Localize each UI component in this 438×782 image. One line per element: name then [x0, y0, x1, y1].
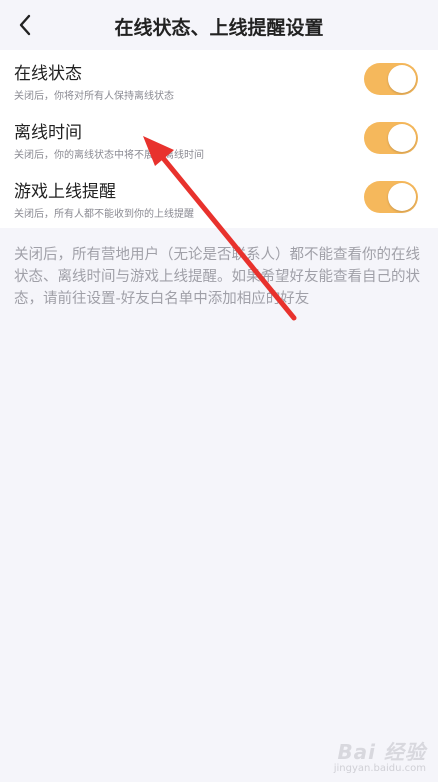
back-button[interactable] — [10, 10, 40, 40]
offline-time-toggle[interactable] — [364, 122, 418, 154]
header-bar: 在线状态、上线提醒设置 — [0, 0, 438, 50]
setting-title: 在线状态 — [14, 64, 82, 84]
setting-subtitle: 关闭后，所有人都不能收到你的上线提醒 — [14, 209, 194, 220]
settings-card: 在线状态 关闭后，你将对所有人保持离线状态 离线时间 关闭后，你的离线状态中将不… — [0, 50, 438, 228]
setting-row-offline-time: 离线时间 关闭后，你的离线状态中将不展示离线时间 — [0, 109, 438, 168]
watermark: Bai 经验 jingyan.baidu.com — [334, 736, 426, 774]
setting-title: 游戏上线提醒 — [14, 182, 116, 202]
game-online-reminder-toggle[interactable] — [364, 181, 418, 213]
setting-row-online-status: 在线状态 关闭后，你将对所有人保持离线状态 — [0, 50, 438, 109]
toggle-knob — [388, 124, 416, 152]
page-title: 在线状态、上线提醒设置 — [114, 17, 324, 39]
setting-title: 离线时间 — [14, 123, 82, 143]
watermark-logo: Bai 经验 — [337, 740, 426, 764]
setting-subtitle: 关闭后，你的离线状态中将不展示离线时间 — [14, 150, 204, 161]
chevron-left-icon — [19, 14, 31, 36]
toggle-knob — [388, 65, 416, 93]
watermark-url: jingyan.baidu.com — [333, 763, 426, 774]
setting-row-game-online-reminder: 游戏上线提醒 关闭后，所有人都不能收到你的上线提醒 — [0, 168, 438, 227]
setting-subtitle: 关闭后，你将对所有人保持离线状态 — [14, 91, 174, 102]
privacy-note: 关闭后，所有营地用户（无论是否联系人）都不能查看你的在线状态、离线时间与游戏上线… — [14, 247, 420, 307]
toggle-knob — [388, 183, 416, 211]
online-status-toggle[interactable] — [364, 63, 418, 95]
